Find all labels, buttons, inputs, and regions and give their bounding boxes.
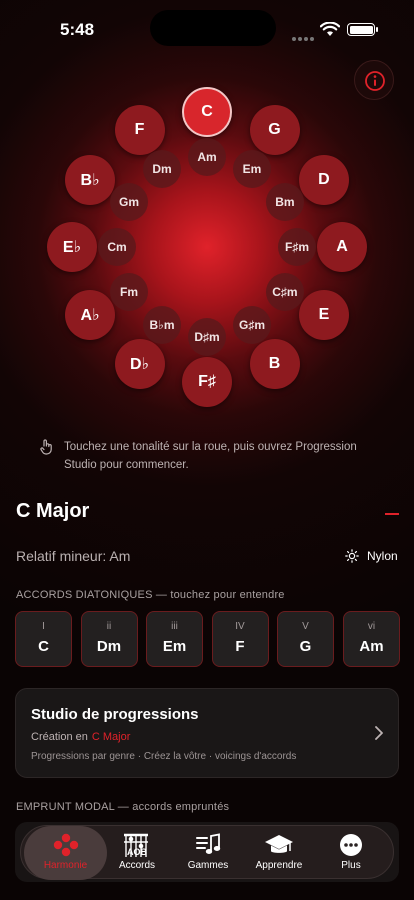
diatonic-chords: I C ii Dm iii Em IV F V G vi Am [15, 611, 414, 667]
tab-label: Accords [118, 860, 156, 871]
chord-card[interactable]: I C [15, 611, 72, 667]
collapse-button[interactable] [385, 513, 399, 515]
studio-creation: Création en C Major [31, 731, 130, 743]
chord-name: Em [162, 638, 187, 655]
wheel-minor-key[interactable]: G♯m [233, 305, 271, 344]
chevron-right-icon [375, 726, 383, 740]
studio-creation-label: Création en [31, 731, 88, 743]
hint: Touchez une tonalité sur la roue, puis o… [40, 438, 384, 474]
relative-minor: Relatif mineur: Am [16, 548, 131, 564]
tab-label: Gammes [187, 860, 229, 871]
wheel-minor-key[interactable]: Fm [110, 273, 149, 311]
chord-name: G [299, 638, 312, 655]
wheel-minor-key[interactable]: Em [233, 150, 271, 189]
wheel-minor-key[interactable]: Bm [265, 183, 304, 221]
tap-hand-icon [40, 439, 52, 455]
wheel-major-key[interactable]: D [298, 154, 349, 205]
wheel-major-key[interactable]: D♭ [114, 338, 165, 389]
instrument-label: Nylon [367, 549, 398, 563]
chord-degree: iii [171, 621, 178, 632]
wheel-major-key[interactable]: A♭ [65, 289, 116, 340]
studio-subtitle: Progressions par genre · Créez la vôtre … [31, 751, 297, 762]
wheel-major-key[interactable]: B♭ [65, 154, 116, 205]
tab-label: Apprendre [255, 860, 303, 871]
chord-card[interactable]: ii Dm [80, 611, 138, 667]
tab-apprendre[interactable]: Apprendre [243, 826, 315, 880]
scales-icon [196, 833, 221, 854]
more-icon [340, 834, 362, 856]
wheel-minor-key[interactable]: F♯m [278, 228, 316, 266]
instrument-selector[interactable]: Nylon [345, 549, 398, 563]
chord-degree: I [42, 621, 45, 632]
wheel-major-key[interactable]: F [114, 105, 165, 156]
wheel-minor-key[interactable]: Dm [143, 150, 181, 189]
svg-text:AOB: AOB [127, 847, 148, 857]
circle-of-fifths: C G D A E B F♯ D♭ A♭ E♭ B♭ F Am Em Bm F♯m C♯m G♯m D♯m B♭m Fm… [0, 0, 414, 420]
tab-label: Plus [341, 860, 361, 871]
sun-icon [345, 549, 359, 563]
chord-name: C [38, 638, 49, 655]
chord-degree: vi [367, 621, 376, 632]
chord-degree: ii [106, 621, 112, 632]
chord-card[interactable]: IV F [211, 611, 269, 667]
chords-icon: AOB [124, 833, 148, 857]
chord-name: F [235, 638, 245, 655]
tab-label: Harmonie [43, 860, 88, 871]
tab-bar: Harmonie AOB Accords Gammes Apprendre Pl… [20, 825, 394, 880]
tab-plus[interactable]: Plus [315, 826, 387, 880]
diatonic-heading: ACCORDS DIATONIQUES — touchez pour enten… [16, 589, 285, 601]
tab-harmonie[interactable]: Harmonie [24, 826, 107, 880]
harmony-icon [53, 833, 78, 857]
wheel-major-key[interactable]: E [298, 289, 349, 340]
modal-heading: EMPRUNT MODAL — accords empruntés [16, 801, 230, 813]
wheel-major-key[interactable]: G [249, 105, 300, 156]
wheel-major-key[interactable]: F♯ [182, 357, 232, 407]
wheel-major-key[interactable]: A [317, 222, 367, 272]
wheel-minor-key[interactable]: D♯m [188, 318, 226, 356]
chord-card[interactable]: iii Em [146, 611, 203, 667]
studio-title: Studio de progressions [31, 706, 199, 723]
key-title: C Major [16, 500, 90, 522]
wheel-minor-key[interactable]: C♯m [265, 273, 304, 311]
chord-card[interactable]: V G [277, 611, 334, 667]
wheel-minor-key[interactable]: Cm [98, 228, 136, 266]
wheel-minor-key[interactable]: Gm [110, 183, 149, 221]
tab-gammes[interactable]: Gammes [173, 826, 243, 880]
wheel-major-key[interactable]: C [182, 87, 232, 137]
chord-card[interactable]: vi Am [343, 611, 400, 667]
wheel-major-key[interactable]: B [249, 338, 300, 389]
chord-name: Am [359, 638, 384, 655]
studio-creation-key: C Major [91, 731, 131, 743]
progression-studio-card[interactable]: Studio de progressions Création en C Majo… [15, 688, 399, 778]
wheel-major-key[interactable]: E♭ [47, 222, 97, 272]
chord-degree: IV [235, 621, 245, 632]
tab-accords[interactable]: AOB Accords [101, 826, 173, 880]
chord-degree: V [302, 621, 309, 632]
graduation-cap-icon [265, 835, 293, 853]
wheel-minor-key[interactable]: Am [188, 138, 226, 176]
chord-name: Dm [96, 638, 122, 655]
hint-text: Touchez une tonalité sur la roue, puis o… [64, 441, 357, 471]
wheel-minor-key[interactable]: B♭m [143, 305, 181, 344]
